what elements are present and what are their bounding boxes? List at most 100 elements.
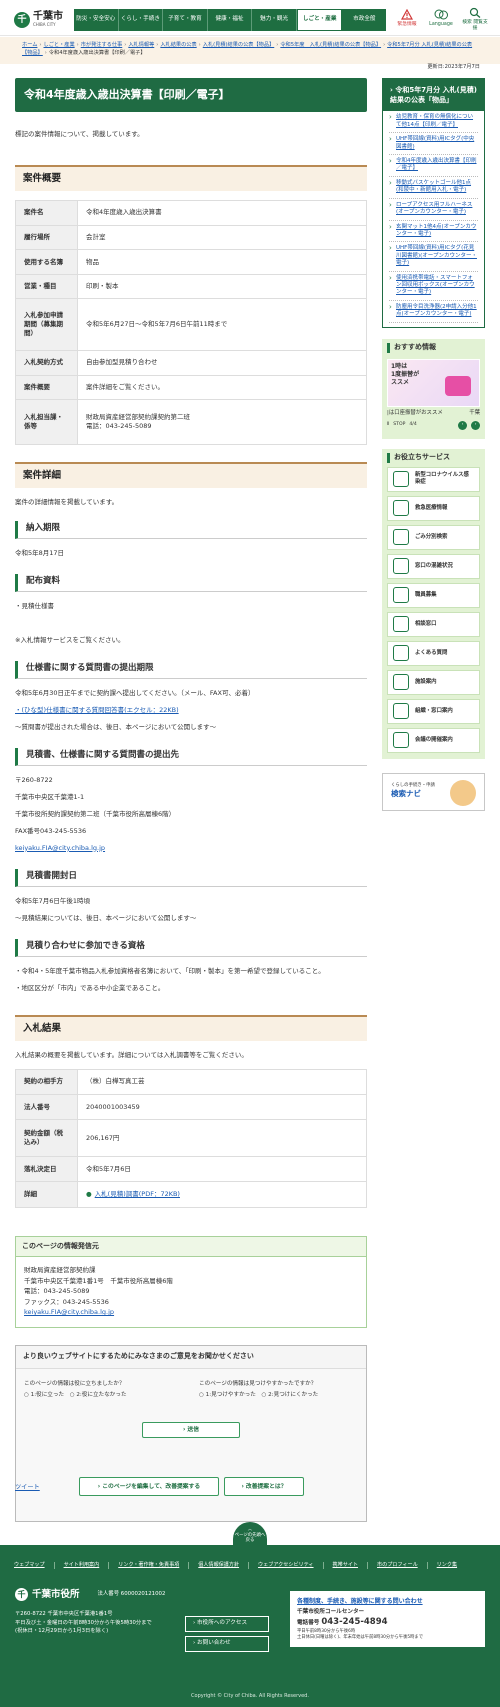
service-label: 救急医療情報 xyxy=(415,504,448,511)
row-value: 令和5年7月6日 xyxy=(77,1156,367,1183)
footer-link[interactable]: リンク・著作権・免責事項 xyxy=(108,1562,188,1570)
nav-item-0[interactable]: 防災・安全安心 xyxy=(74,9,119,31)
service-item[interactable]: 新型コロナウイルス感染症 xyxy=(387,466,480,492)
q1-radio-1[interactable]: ○ 1:役に立った xyxy=(24,1392,64,1398)
body-line: ・地区区分が「市内」である中小企業であること。 xyxy=(15,983,165,992)
consult-icon xyxy=(393,616,409,633)
table-row: 契約の相手方 （株）白樺写真工芸 xyxy=(15,1068,367,1096)
section-body: ・令和4・5年度千葉市物品入札参加資格者名簿において、「印刷・製本」を第一希望で… xyxy=(15,966,367,995)
row-label: 入札参加申請期間（募集期間） xyxy=(15,298,78,352)
recommend-banner[interactable]: 1時は 1度振替が ススメ xyxy=(387,358,480,407)
call-center-link[interactable]: 各種制度、手続き、施設等に関する問い合わせ xyxy=(297,1597,478,1606)
document-link[interactable]: ・(ひな型)仕様書に関する質問回答書(エクセル：22KB) xyxy=(15,705,367,717)
sidebar-link[interactable]: 玄関マット1他4点(オープンカウンター・電子) xyxy=(396,224,476,237)
service-item[interactable]: 会議の開催案内 xyxy=(387,727,480,753)
row-label: 入札担当課・係等 xyxy=(15,399,78,445)
language-button[interactable]: Language xyxy=(426,5,456,33)
submit-button[interactable]: › 送信 xyxy=(142,1422,240,1439)
pdf-link[interactable]: 入札(見積)調書(PDF：72KB) xyxy=(95,1190,180,1198)
detail-sections: 納入期限 令和5年8月17日 配布資料 ・見積仕様書 ※入札情報サービスをご覧ください。… xyxy=(15,520,367,995)
sidebar-link[interactable]: UHF帯回線(資料)用ICタグ(花見川図書館)(オープンカウンター・電子) xyxy=(396,245,477,266)
service-item[interactable]: 組織・窓口案内 xyxy=(387,698,480,724)
service-item[interactable]: ごみ分別検索 xyxy=(387,524,480,550)
search-navi-banner[interactable]: くらしの手続き・申請 検索ナビ xyxy=(382,772,485,811)
nav-item-3[interactable]: 健康・福祉 xyxy=(208,9,253,31)
breadcrumb-separator: › xyxy=(198,42,201,48)
tweet-link[interactable]: ツイート xyxy=(15,1484,40,1493)
pause-icon[interactable]: Ⅱ xyxy=(387,422,389,428)
detail-intro: 案件の詳細情報を掲載しています。 xyxy=(15,497,119,506)
body-line: ・令和4・5年度千葉市物品入札参加資格者名簿において、「印刷・製本」を第一希望で… xyxy=(15,966,325,975)
footer-link[interactable]: リンク集 xyxy=(426,1562,466,1570)
body-line xyxy=(15,618,367,630)
sidebar-link[interactable]: 令和4年度歳入歳出決算書【印刷／電子】 xyxy=(396,158,477,171)
recommend-heading: おすすめ情報 xyxy=(387,342,480,353)
value-line: 令和4年度歳入歳出決算書 xyxy=(86,208,162,217)
navi-title: 検索ナビ xyxy=(391,789,421,799)
nav-item-6[interactable]: 市政全般 xyxy=(342,9,386,31)
q2-radio-2[interactable]: ○ 2:見つけにくかった xyxy=(261,1392,318,1398)
site-logo[interactable]: 千 千葉市 CHIBA CITY xyxy=(14,9,70,31)
nav-item-1[interactable]: くらし・手続き xyxy=(119,9,164,31)
footer-link[interactable]: 携帯サイト xyxy=(322,1562,367,1570)
breadcrumb-item[interactable]: 令和5年度 入札(見積)結果の公表【物品】 xyxy=(280,42,381,48)
service-item[interactable]: よくある質問 xyxy=(387,640,480,666)
footer-link[interactable]: ウェブマップ xyxy=(14,1562,54,1569)
service-item[interactable]: 窓口の混雑状況 xyxy=(387,553,480,579)
next-arrow-icon[interactable]: › xyxy=(471,421,480,431)
value-line: 自由参加型見積り合わせ xyxy=(86,358,158,367)
footer-link[interactable]: サイト利用案内 xyxy=(53,1562,109,1570)
service-item[interactable]: 相談窓口 xyxy=(387,611,480,637)
table-row: 案件名 令和4年度歳入歳出決算書 xyxy=(15,200,367,226)
search-button[interactable]: 検索 閲覧支援 xyxy=(460,5,490,33)
footer-link[interactable]: ウェブアクセシビリティ xyxy=(248,1562,322,1570)
breadcrumb-item[interactable]: 市が発注する仕事 xyxy=(81,42,123,48)
document-link[interactable]: keiyaku.FIA@city.chiba.lg.jp xyxy=(15,843,367,855)
contact-email-link[interactable]: keiyaku.FIA@city.chiba.lg.jp xyxy=(24,1307,358,1317)
stop-label[interactable]: STOP xyxy=(393,422,405,428)
page-top-button[interactable]: ︿ ページの先頭へ戻る xyxy=(233,1522,267,1546)
inquiry-button[interactable]: › お問い合わせ xyxy=(185,1636,269,1652)
sidebar-link[interactable]: 移動式バスケットゴール他1点(和陵中・新館用入札・電子) xyxy=(396,180,471,193)
breadcrumb-item[interactable]: しごと・産業 xyxy=(44,42,75,48)
value-text: 206,167円 xyxy=(86,1133,120,1142)
trash-icon xyxy=(393,529,409,546)
sidebar-link[interactable]: 幼児教育・保育の無償化について他14点【印刷／電子】 xyxy=(396,114,473,127)
nav-item-4[interactable]: 魅力・観光 xyxy=(252,9,297,31)
window-icon xyxy=(393,558,409,575)
q1-radio-2[interactable]: ○ 2:役に立たなかった xyxy=(70,1392,127,1398)
body-line: ～見積結果については、後日、本ページにおいて公開します～ xyxy=(15,913,197,922)
about-proposal-button[interactable]: › 改善提案とは？ xyxy=(224,1477,304,1497)
sidebar-link[interactable]: ロープアクセス用フルハーネス(オープンカウンター・電子) xyxy=(396,202,472,215)
service-label: 相談窓口 xyxy=(415,620,437,627)
breadcrumb-item[interactable]: 入札情報等 xyxy=(128,42,154,48)
footer-link[interactable]: 市のプロフィール xyxy=(367,1562,427,1570)
breadcrumb-item[interactable]: ホーム xyxy=(22,42,37,48)
section-heading: 見積書開封日 xyxy=(15,868,367,887)
breadcrumb-item[interactable]: 入札結果の公表 xyxy=(160,42,196,48)
sidebar-link[interactable]: UHF帯回線(資料)用ICタグ(中央図書館) xyxy=(396,136,474,149)
edit-page-button[interactable]: › このページを編集して、改善提案する xyxy=(79,1477,219,1497)
nav-item-5[interactable]: しごと・産業 xyxy=(296,9,343,31)
breadcrumb-item[interactable]: 入札(見積)結果の公表【物品】 xyxy=(203,42,275,48)
access-button[interactable]: › 市役所へのアクセス xyxy=(185,1616,269,1632)
section-body: ・見積仕様書 ※入札情報サービスをご覧ください。 xyxy=(15,601,367,647)
nav-item-2[interactable]: 子育て・教育 xyxy=(163,9,208,31)
table-row: 入札参加申請期間（募集期間） 令和5年6月27日～令和5年7月6日午前11時まで xyxy=(15,298,367,352)
row-label: 契約金額（税込み） xyxy=(15,1119,78,1158)
breadcrumb-separator: › xyxy=(276,42,279,48)
sidebar-item: 使用済携帯電話・スマートフォン回収用ボックス(オープンカウンター・電子) xyxy=(389,272,478,301)
service-item[interactable]: 職員募集 xyxy=(387,582,480,608)
breadcrumb-separator: › xyxy=(383,42,386,48)
footer-link[interactable]: 個人情報保護方針 xyxy=(188,1562,248,1570)
value-text: （株）白樺写真工芸 xyxy=(86,1077,145,1086)
service-item[interactable]: 救急医療情報 xyxy=(387,495,480,521)
prev-arrow-icon[interactable]: ‹ xyxy=(458,421,467,431)
emergency-button[interactable]: 緊急情報 xyxy=(392,5,422,33)
sidebar-link[interactable]: 使用済携帯電話・スマートフォン回収用ボックス(オープンカウンター・電子) xyxy=(396,275,475,296)
q2-radio-1[interactable]: ○ 1:見つけやすかった xyxy=(199,1392,256,1398)
section-heading: 見積り合わせに参加できる資格 xyxy=(15,938,367,957)
sidebar-link[interactable]: 防塵用令目洗浄器(2申請入分他1点(オープンカウンター・電子) xyxy=(396,304,477,317)
table-row: 履行場所 会計室 xyxy=(15,224,367,251)
service-item[interactable]: 施設案内 xyxy=(387,669,480,695)
